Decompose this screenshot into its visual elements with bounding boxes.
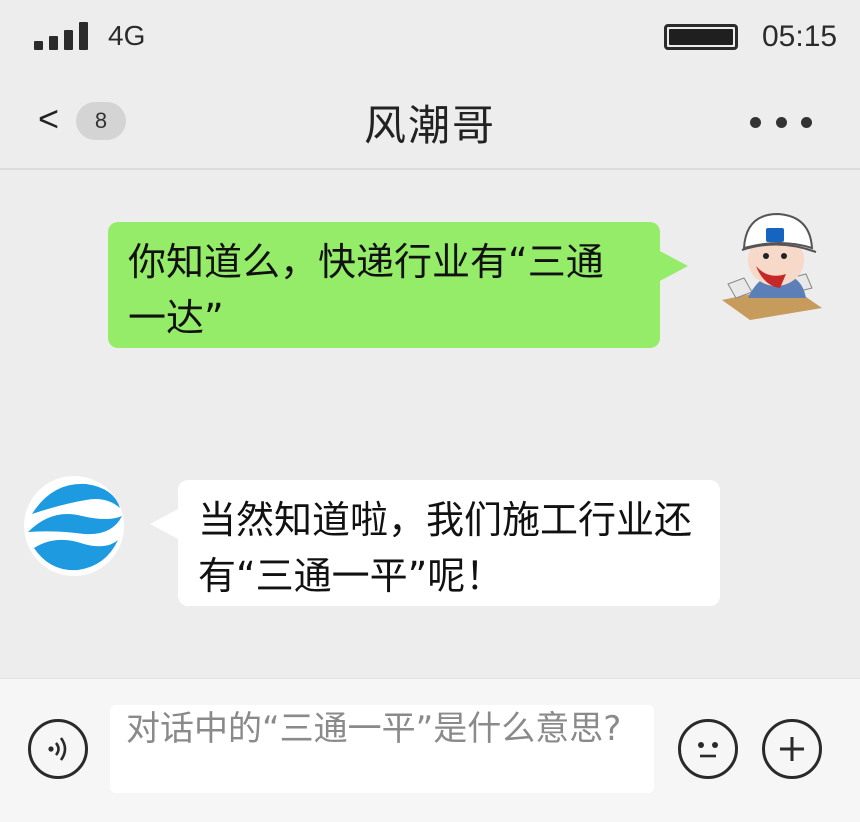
message-text: 你知道么，快递行业有“三通一达” [128,240,604,340]
battery-level [669,29,733,45]
incoming-message-bubble[interactable]: 当然知道啦，我们施工行业还有“三通一平”呢！ [150,480,720,606]
input-bar: 对话中的“三通一平”是什么意思? [0,678,860,822]
status-time: 05:15 [762,20,838,53]
chat-header: < 8 风潮哥 [0,80,860,170]
message-input[interactable]: 对话中的“三通一平”是什么意思? [110,705,654,793]
chat-title: 风潮哥 [363,101,496,150]
signal-strength-icon [34,22,96,50]
voice-icon[interactable] [28,719,88,779]
network-type: 4G [108,20,146,51]
blue-wave-logo-avatar[interactable] [22,474,126,586]
construction-worker-avatar[interactable] [720,208,824,320]
status-bar: 4G 05:15 [0,0,860,80]
ellipsis-icon[interactable] [750,110,812,134]
outgoing-message-bubble[interactable]: 你知道么，快递行业有“三通一达” [108,222,688,348]
battery-icon [664,24,738,50]
message-text: 当然知道啦，我们施工行业还有“三通一平”呢！ [198,498,693,598]
emoji-icon[interactable] [678,719,738,779]
plus-icon[interactable] [762,719,822,779]
